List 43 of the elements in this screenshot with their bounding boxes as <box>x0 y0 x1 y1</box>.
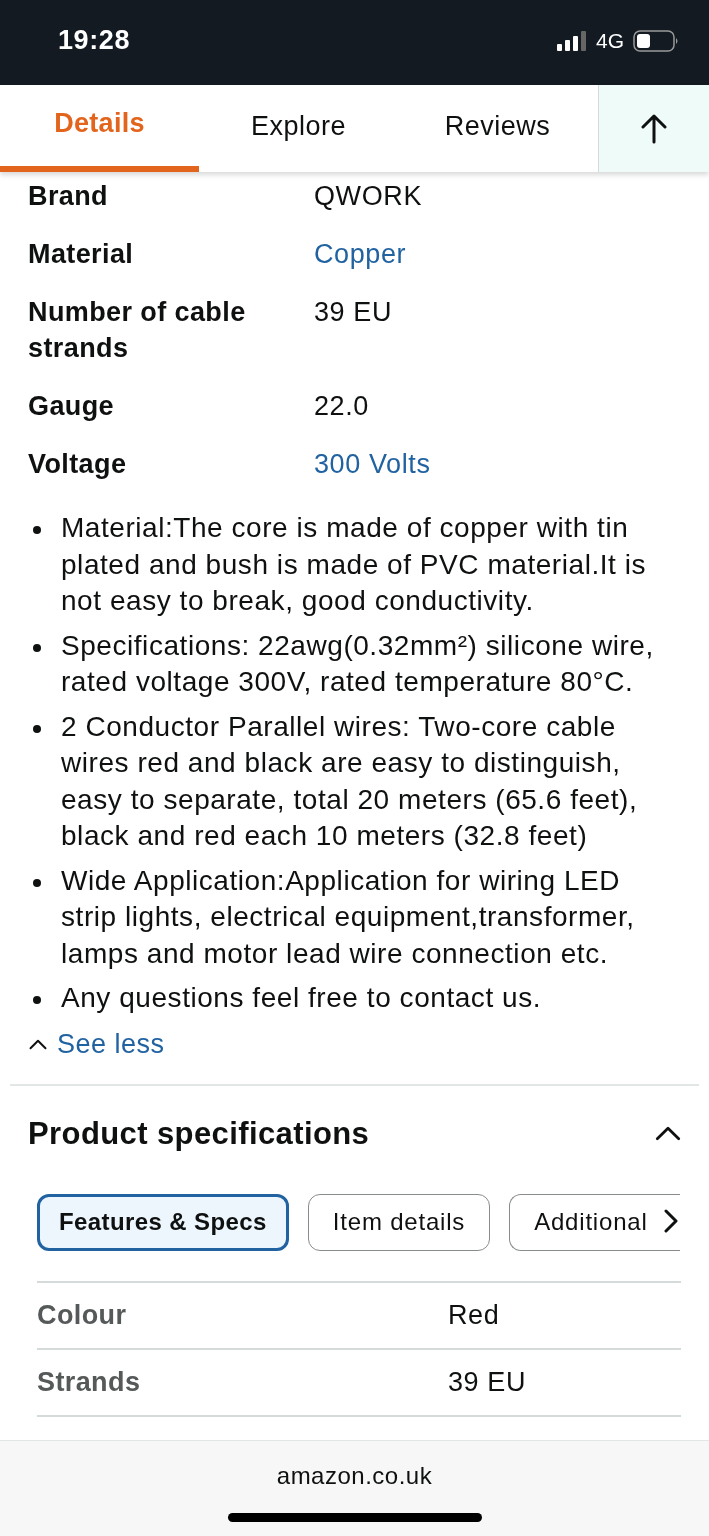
status-time: 19:28 <box>58 25 131 56</box>
bullet-text: Wide Application:Application for wiring LED strip lights, electrical equipment,transformer, lamps and motor lead wire connection etc. <box>61 863 636 971</box>
bullet-icon <box>33 878 41 887</box>
filter-chip[interactable]: Additional <box>509 1193 680 1251</box>
caret-up-icon <box>29 1038 47 1050</box>
bullet-icon <box>33 526 41 534</box>
see-less-link[interactable]: See less <box>29 1028 165 1060</box>
spec-value: 39 EU <box>448 1366 528 1398</box>
caret-up-icon <box>655 1126 681 1141</box>
filter-chip[interactable]: Item details <box>307 1193 491 1251</box>
bullet-icon <box>33 996 41 1004</box>
network-label: 4G <box>596 28 624 53</box>
detail-label: Number of cable strands <box>28 296 247 365</box>
bullet-text: Specifications: 22awg(0.32mm²) silicone wire, rated voltage 300V, rated temperature 80°C. <box>61 628 655 699</box>
detail-label: Brand <box>28 180 109 213</box>
tab[interactable]: Reviews <box>398 85 597 172</box>
detail-label: Gauge <box>28 390 116 423</box>
battery-icon <box>633 29 679 52</box>
collapse-button[interactable] <box>655 1126 681 1141</box>
section-title: Product specifications <box>28 1115 370 1152</box>
bullet-text: Any questions feel free to contact us. <box>61 981 542 1015</box>
signal-icon <box>557 30 587 51</box>
spec-label: Colour <box>37 1299 128 1331</box>
detail-label: Voltage <box>28 448 128 481</box>
spec-label: Strands <box>37 1366 142 1398</box>
spec-value: Red <box>448 1299 501 1331</box>
scroll-to-top-button[interactable] <box>598 85 709 172</box>
filter-chip[interactable]: Features & Specs <box>37 1193 289 1251</box>
bullet-icon <box>33 643 41 652</box>
bullet-text: 2 Conductor Parallel wires: Two-core cable wires red and black are easy to distinguish, easy to separate, total 20 meters (65.6 feet), black and red each 10 meters (32.8 feet) <box>61 709 639 853</box>
chevron-right-icon <box>664 1207 678 1234</box>
detail-value: 39 EU <box>314 296 394 329</box>
url-label[interactable]: amazon.co.uk <box>276 1462 433 1490</box>
detail-label: Material <box>28 238 135 271</box>
bullet-text: Material:The core is made of copper with tin plated and bush is made of PVC material.It is not easy to break, good conductivity. <box>61 511 648 618</box>
detail-value: 22.0 <box>314 390 370 423</box>
detail-link[interactable]: 300 Volts <box>314 446 681 482</box>
bullet-icon <box>33 724 41 733</box>
tab[interactable]: Explore <box>199 85 398 172</box>
detail-link[interactable]: Copper <box>314 236 681 272</box>
scroll-right-button[interactable] <box>664 1207 678 1234</box>
detail-value: QWORK <box>314 180 423 213</box>
arrow-up-icon <box>641 113 667 144</box>
